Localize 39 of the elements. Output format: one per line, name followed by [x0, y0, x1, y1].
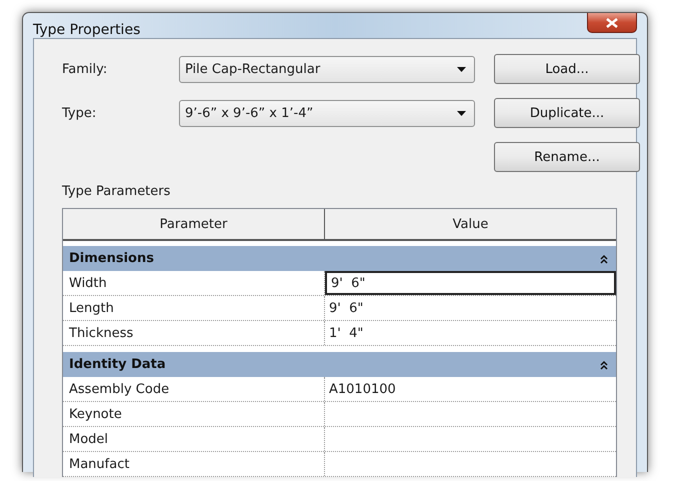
- table-cell: Thickness: [63, 321, 325, 345]
- table-row[interactable]: Assembly Code A1010100: [63, 377, 616, 402]
- table-cell: Length: [63, 296, 325, 320]
- table-cell: Keynote: [63, 402, 325, 426]
- table-cell-text: A1010100: [328, 380, 397, 398]
- dropdown-arrow-icon: [457, 110, 466, 116]
- dialog-button[interactable]: Rename...: [494, 142, 640, 172]
- value-input-field[interactable]: 9' 6": [325, 271, 616, 295]
- table-cell: Width: [63, 271, 325, 295]
- close-button[interactable]: [587, 13, 637, 33]
- group-header[interactable]: Identity Data: [63, 352, 616, 377]
- window-title: Type Properties: [33, 22, 140, 38]
- dropdown[interactable]: 9’-6” x 9’-6” x 1’-4”: [179, 100, 475, 126]
- table-cell: Model: [63, 427, 325, 451]
- table-row[interactable]: Length 9' 6": [63, 296, 616, 321]
- table-row[interactable]: Keynote: [63, 402, 616, 427]
- table-row[interactable]: Width 9' 6": [63, 271, 616, 296]
- column-header[interactable]: Parameter: [63, 209, 325, 239]
- group-title: Dimensions: [69, 251, 154, 266]
- double-chevron-up-icon[interactable]: [600, 360, 608, 370]
- column-header[interactable]: Value: [325, 209, 616, 239]
- table-row[interactable]: Model: [63, 427, 616, 452]
- table-cell-text: 9' 6": [328, 300, 364, 318]
- section-label: Type Parameters: [62, 184, 172, 199]
- table-cell: Manufact: [63, 452, 325, 476]
- field-label: Family:: [62, 62, 108, 76]
- table-row[interactable]: Thickness 1' 4": [63, 321, 616, 346]
- table-cell-text: 1' 4": [328, 324, 364, 342]
- group-header[interactable]: Dimensions: [63, 246, 616, 271]
- dialog-button[interactable]: Duplicate...: [494, 98, 640, 128]
- table-cell: Assembly Code: [63, 377, 325, 401]
- table-row[interactable]: Manufact: [63, 452, 616, 477]
- dropdown[interactable]: Pile Cap-Rectangular: [179, 56, 475, 82]
- group-title: Identity Data: [69, 357, 166, 372]
- double-chevron-up-icon[interactable]: [600, 254, 608, 264]
- close-icon: [606, 18, 618, 28]
- dialog-button[interactable]: Load...: [494, 54, 640, 84]
- field-label: Type:: [62, 106, 98, 120]
- dropdown-arrow-icon: [457, 66, 466, 72]
